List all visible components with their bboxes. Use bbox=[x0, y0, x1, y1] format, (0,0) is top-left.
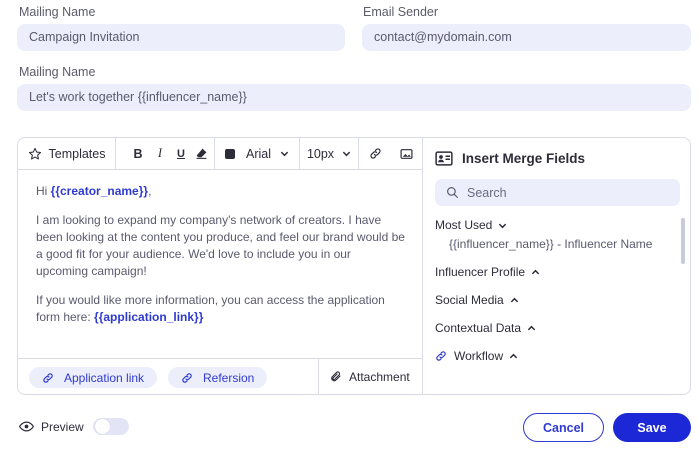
paragraph-1: I am looking to expand my company's netw… bbox=[36, 213, 405, 278]
merge-tag-creator-name: {{creator_name}} bbox=[50, 184, 149, 198]
image-icon bbox=[399, 148, 413, 160]
refersion-chip[interactable]: Refersion bbox=[168, 367, 268, 388]
preview-label: Preview bbox=[41, 419, 84, 434]
preview-toggle[interactable] bbox=[92, 418, 129, 435]
editor-toolbar: Templates B I U Arial 10px bbox=[18, 137, 422, 170]
color-swatch-icon[interactable] bbox=[224, 148, 235, 159]
attachment-button[interactable]: Attachment bbox=[330, 359, 410, 394]
star-icon bbox=[28, 147, 42, 161]
format-group: B I U bbox=[116, 138, 214, 170]
group-social-media[interactable]: Social Media bbox=[435, 293, 519, 307]
size-label: 10px bbox=[306, 146, 335, 161]
contact-card-icon bbox=[435, 151, 453, 166]
email-sender-label: Email Sender bbox=[363, 5, 439, 19]
templates-button[interactable]: Templates bbox=[18, 138, 115, 170]
eye-icon bbox=[19, 421, 34, 432]
eraser-icon[interactable] bbox=[191, 147, 211, 160]
link-icon bbox=[369, 147, 382, 160]
chevron-down-icon bbox=[498, 221, 507, 230]
underline-button[interactable]: U bbox=[171, 148, 191, 160]
chevron-up-icon bbox=[509, 352, 518, 361]
link-icon bbox=[435, 350, 447, 362]
insert-link-button[interactable] bbox=[359, 138, 391, 170]
chevron-down-icon bbox=[280, 149, 289, 158]
templates-label: Templates bbox=[48, 146, 106, 161]
mailing-name-label: Mailing Name bbox=[19, 5, 96, 19]
merge-item-influencer-name[interactable]: {{influencer_name}} - Influencer Name bbox=[449, 237, 652, 251]
attachment-label: Attachment bbox=[349, 369, 410, 384]
link-icon bbox=[42, 372, 54, 384]
insert-image-button[interactable] bbox=[391, 138, 421, 170]
email-sender-field[interactable]: contact@mydomain.com bbox=[362, 24, 691, 51]
merge-tag-application-link: {{application_link}} bbox=[94, 310, 204, 324]
font-select[interactable]: Arial bbox=[215, 138, 299, 170]
size-select[interactable]: 10px bbox=[300, 138, 358, 170]
cancel-button[interactable]: Cancel bbox=[523, 413, 604, 442]
chevron-down-icon bbox=[342, 149, 351, 158]
subject-label: Mailing Name bbox=[19, 65, 96, 79]
merge-fields-scrollbar[interactable] bbox=[681, 218, 685, 264]
merge-fields-title: Insert Merge Fields bbox=[435, 151, 585, 166]
application-link-chip[interactable]: Application link bbox=[29, 367, 158, 388]
merge-search-input[interactable]: Search bbox=[435, 179, 680, 206]
group-most-used[interactable]: Most Used bbox=[435, 218, 507, 232]
editor-body[interactable]: Hi {{creator_name}}, I am looking to exp… bbox=[36, 183, 406, 338]
application-link-label: Application link bbox=[64, 370, 145, 385]
mailing-name-field[interactable]: Campaign Invitation bbox=[17, 24, 345, 51]
search-placeholder: Search bbox=[467, 185, 507, 200]
email-editor: Templates B I U Arial 10px Hi {{creator_… bbox=[17, 137, 691, 395]
editor-bottom-bar: Application link Refersion Attachment bbox=[18, 358, 422, 394]
group-influencer-profile[interactable]: Influencer Profile bbox=[435, 265, 540, 279]
save-button[interactable]: Save bbox=[613, 413, 691, 442]
paperclip-icon bbox=[330, 370, 342, 383]
bold-button[interactable]: B bbox=[127, 147, 149, 161]
subject-field[interactable]: Let's work together {{influencer_name}} bbox=[17, 84, 691, 111]
link-icon bbox=[181, 372, 193, 384]
chevron-up-icon bbox=[510, 296, 519, 305]
search-icon bbox=[446, 186, 459, 199]
group-workflow[interactable]: Workflow bbox=[435, 349, 518, 363]
preview-control: Preview bbox=[19, 418, 129, 435]
chevron-up-icon bbox=[531, 268, 540, 277]
toggle-knob bbox=[94, 419, 110, 434]
chevron-up-icon bbox=[527, 324, 536, 333]
paragraph-2: If you would like more information, you … bbox=[36, 293, 385, 324]
greeting-line: Hi {{creator_name}}, bbox=[36, 184, 152, 198]
font-label: Arial bbox=[245, 146, 271, 161]
refersion-label: Refersion bbox=[203, 370, 255, 385]
group-contextual-data[interactable]: Contextual Data bbox=[435, 321, 536, 335]
italic-button[interactable]: I bbox=[149, 146, 171, 161]
merge-fields-panel: Insert Merge Fields Search Most Used {{i… bbox=[423, 138, 691, 394]
